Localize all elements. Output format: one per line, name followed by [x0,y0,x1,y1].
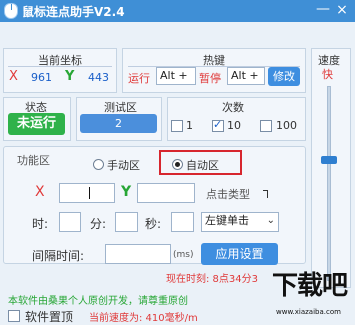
speed-slider-track[interactable] [327,86,331,281]
hotkey-run-label: 运行 [128,72,150,85]
hotkey-pause-input[interactable]: Alt + [227,67,265,85]
hotkey-modify-button[interactable]: 修改 [268,67,300,86]
count-option-1-checkbox[interactable] [171,120,183,132]
mouse-icon [4,3,18,19]
chevron-down-icon: ⌄ [266,215,275,226]
coords-x-value: 961 [31,71,52,84]
count-option-100-label: 100 [276,119,297,132]
click-type-bracket [263,190,268,198]
click-type-value: 左键单击 [205,214,249,227]
interval-unit: (ms) [173,250,194,260]
minute-label: 分: [90,217,107,231]
text-cursor [89,187,90,199]
watermark-logo-text: 下载吧 [272,271,348,301]
manual-mode-label: 手动区 [107,159,140,172]
count-option-10-checkbox[interactable] [212,118,224,132]
manual-mode-radio[interactable] [93,159,104,170]
topmost-label: 软件置顶 [25,310,74,324]
count-option-10-label: 10 [227,119,241,132]
interval-label: 间隔时间: [32,249,85,263]
auto-mode-label: 自动区 [186,159,219,172]
function-x-label: X [35,184,45,200]
watermark-url: www.xiazaiba.com [276,308,341,316]
test-title: 测试区 [104,101,137,114]
minute-input[interactable] [115,212,138,232]
function-y-label: Y [121,184,132,200]
current-speed-label: 当前速度为: 410毫秒/m [89,313,198,324]
hour-input[interactable] [59,212,81,232]
speed-slider-thumb[interactable] [321,156,337,164]
count-title: 次数 [222,101,244,114]
apply-settings-button[interactable]: 应用设置 [201,243,278,265]
speed-fast-label: 快 [322,68,333,81]
count-option-1-label: 1 [186,119,193,132]
function-title: 功能区 [17,154,50,167]
current-time-label: 现在时刻: 8点34分3 [166,274,258,285]
second-input[interactable] [171,212,194,232]
topmost-checkbox[interactable] [8,310,20,322]
status-indicator: 未运行 [8,113,65,135]
function-y-input[interactable] [137,183,195,203]
auto-mode-radio[interactable] [172,159,183,170]
hotkey-run-input[interactable]: Alt + [156,67,196,85]
coords-x-label: X [9,69,18,84]
function-x-input[interactable] [59,183,115,203]
coords-divider [8,66,112,67]
hour-label: 时: [32,217,49,231]
minimize-button[interactable]: — [315,2,331,18]
window-title: 鼠标连点助手V2.4 [22,5,125,19]
click-type-select[interactable]: 左键单击 ⌄ [201,212,279,232]
count-option-100-checkbox[interactable] [260,120,272,132]
footer-notice: 本软件由桑果个人原创开发，请尊重原创 [8,296,188,307]
close-button[interactable]: × [334,2,350,18]
coords-y-value: 443 [88,71,109,84]
speed-panel [311,48,351,288]
watermark: 下载吧 www.xiazaiba.com [270,261,352,323]
click-type-label: 点击类型 [206,188,250,201]
second-label: 秒: [145,217,162,231]
coords-y-label: Y [65,69,75,84]
title-bar: 鼠标连点助手V2.4 — × [0,0,355,22]
hotkey-pause-label: 暂停 [199,72,221,85]
test-area-button[interactable]: 2 [80,114,157,133]
interval-input[interactable] [105,244,171,264]
